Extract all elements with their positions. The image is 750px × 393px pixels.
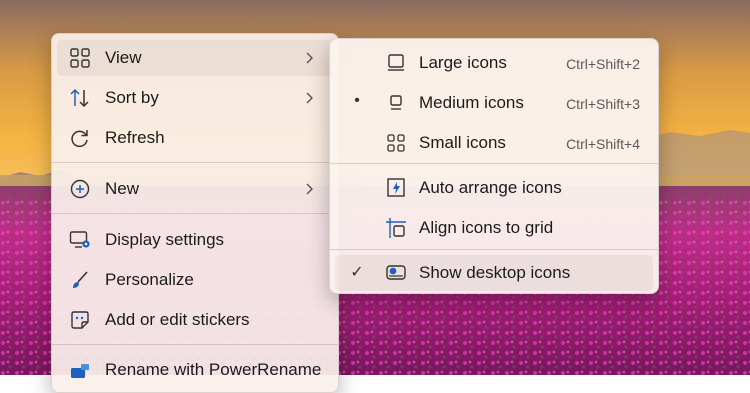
menu-item-label: New xyxy=(105,179,140,198)
menu-item-label: Personalize xyxy=(105,270,194,289)
menu-item-powerrename[interactable]: Rename with PowerRename xyxy=(57,352,333,388)
grid-icon xyxy=(69,48,91,68)
powerrename-icon xyxy=(69,360,91,380)
menu-separator xyxy=(330,249,658,250)
menu-separator xyxy=(52,344,338,345)
menu-item-new[interactable]: New xyxy=(57,171,333,207)
large-icons-icon xyxy=(385,53,407,73)
keyboard-shortcut: Ctrl+Shift+2 xyxy=(566,56,640,72)
brush-icon xyxy=(69,270,91,290)
submenu-item-small-icons[interactable]: Small icons Ctrl+Shift+4 xyxy=(335,125,653,161)
menu-item-label: Sort by xyxy=(105,88,159,107)
checkmark: ✓ xyxy=(350,264,364,281)
submenu-item-label: Auto arrange icons xyxy=(419,178,562,197)
align-grid-icon xyxy=(385,218,407,238)
show-desktop-icon xyxy=(385,263,407,283)
submenu-item-show-desktop-icons[interactable]: ✓ Show desktop icons xyxy=(335,255,653,291)
medium-icons-icon xyxy=(385,93,407,113)
refresh-icon xyxy=(69,128,91,148)
view-submenu: Large icons Ctrl+Shift+2 • Medium icons … xyxy=(329,38,659,294)
menu-separator xyxy=(52,162,338,163)
menu-item-sort-by[interactable]: Sort by xyxy=(57,80,333,116)
menu-item-personalize[interactable]: Personalize xyxy=(57,262,333,298)
monitor-settings-icon xyxy=(69,230,91,250)
desktop-context-menu: View Sort by Refresh New Display setting… xyxy=(51,33,339,393)
sticker-icon xyxy=(69,310,91,330)
keyboard-shortcut: Ctrl+Shift+4 xyxy=(566,136,640,152)
chevron-right-icon xyxy=(305,180,315,198)
menu-item-view[interactable]: View xyxy=(57,40,333,76)
submenu-item-medium-icons[interactable]: • Medium icons Ctrl+Shift+3 xyxy=(335,85,653,121)
submenu-item-label: Show desktop icons xyxy=(419,263,571,282)
chevron-right-icon xyxy=(305,49,315,67)
plus-circle-icon xyxy=(69,179,91,199)
submenu-item-auto-arrange[interactable]: Auto arrange icons xyxy=(335,170,653,206)
radio-bullet: • xyxy=(354,92,360,109)
submenu-item-align-grid[interactable]: Align icons to grid xyxy=(335,210,653,246)
menu-item-stickers[interactable]: Add or edit stickers xyxy=(57,302,333,338)
menu-separator xyxy=(330,163,658,164)
menu-separator xyxy=(52,213,338,214)
menu-item-label: Rename with PowerRename xyxy=(105,360,322,379)
menu-item-label: Add or edit stickers xyxy=(105,310,250,329)
menu-item-label: Refresh xyxy=(105,128,165,147)
sort-arrows-icon xyxy=(69,88,91,108)
chevron-right-icon xyxy=(305,89,315,107)
submenu-item-label: Medium icons xyxy=(419,93,524,112)
submenu-item-label: Small icons xyxy=(419,133,506,152)
menu-item-refresh[interactable]: Refresh xyxy=(57,120,333,156)
submenu-item-large-icons[interactable]: Large icons Ctrl+Shift+2 xyxy=(335,45,653,81)
keyboard-shortcut: Ctrl+Shift+3 xyxy=(566,96,640,112)
small-icons-icon xyxy=(385,133,407,153)
auto-arrange-icon xyxy=(385,178,407,198)
submenu-item-label: Align icons to grid xyxy=(419,218,554,237)
submenu-item-label: Large icons xyxy=(419,53,507,72)
menu-item-label: Display settings xyxy=(105,230,225,249)
menu-item-label: View xyxy=(105,48,142,67)
menu-item-display-settings[interactable]: Display settings xyxy=(57,222,333,258)
